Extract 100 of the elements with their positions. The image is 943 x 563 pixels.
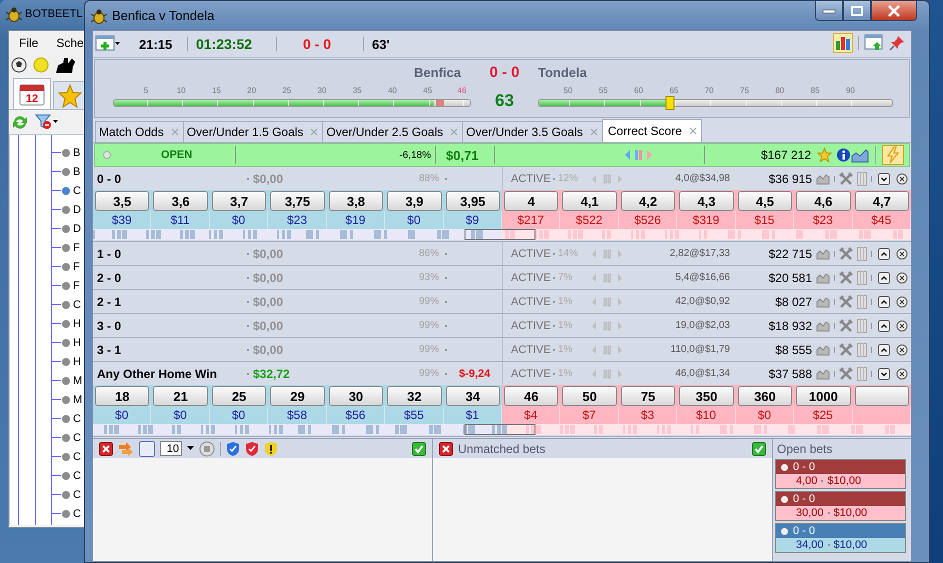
caret-icon[interactable]: [187, 446, 194, 451]
close-icon[interactable]: [896, 272, 908, 284]
market-tab[interactable]: Match Odds: [95, 121, 184, 142]
price-button[interactable]: 30: [328, 386, 384, 406]
tree-item[interactable]: B: [73, 146, 80, 158]
collapse-button[interactable]: [878, 172, 890, 184]
confirm-icon[interactable]: [412, 442, 426, 456]
tree-item[interactable]: M: [73, 394, 82, 406]
tools-icon[interactable]: [839, 294, 853, 308]
tools-icon[interactable]: [839, 342, 853, 356]
price-button[interactable]: 18: [95, 386, 150, 406]
tree-item[interactable]: H: [73, 356, 81, 368]
price-button[interactable]: 21: [153, 386, 208, 406]
price-button[interactable]: 4,6: [796, 191, 851, 211]
tools-icon[interactable]: [839, 270, 853, 284]
price-button[interactable]: 3,75: [270, 191, 325, 211]
price-button[interactable]: 75: [620, 386, 676, 406]
tree-item[interactable]: F: [73, 280, 80, 292]
close-icon[interactable]: [896, 368, 908, 380]
refresh-icon[interactable]: [11, 114, 29, 130]
close-icon[interactable]: [896, 248, 908, 260]
open-bet-card[interactable]: 0 - 0 34,00 $10,00: [775, 523, 906, 553]
view-tab[interactable]: [53, 81, 87, 109]
tree-item[interactable]: C: [73, 488, 81, 500]
tools-icon[interactable]: [839, 246, 853, 260]
market-tab[interactable]: Correct Score: [602, 119, 702, 142]
expand-button[interactable]: [878, 296, 890, 308]
price-button[interactable]: 3,9: [387, 191, 442, 211]
stop-icon[interactable]: [199, 440, 215, 456]
tree-item[interactable]: C: [73, 432, 81, 444]
close-icon[interactable]: [896, 320, 908, 332]
confirm-icon[interactable]: [752, 442, 766, 456]
price-button[interactable]: 4,7: [854, 191, 909, 211]
expand-button[interactable]: [878, 344, 890, 356]
tree-item[interactable]: H: [73, 318, 81, 330]
maximize-button[interactable]: [851, 6, 863, 16]
soccer-ball-icon[interactable]: [11, 57, 27, 73]
new-window-icon[interactable]: [95, 34, 121, 52]
tree-item[interactable]: M: [73, 374, 82, 386]
open-bet-card[interactable]: 0 - 0 30,00 $10,00: [775, 491, 906, 521]
pin-icon[interactable]: [889, 35, 905, 51]
view-tab[interactable]: 12: [13, 78, 51, 109]
delete-icon[interactable]: [99, 442, 113, 456]
stake-field[interactable]: 10: [160, 441, 182, 456]
open-bet-card[interactable]: 0 - 0 4,00 $10,00: [775, 459, 906, 489]
filter-icon[interactable]: [35, 114, 59, 130]
price-button[interactable]: 4,1: [562, 191, 617, 211]
price-button[interactable]: 3,5: [95, 191, 150, 211]
tennis-ball-icon[interactable]: [33, 57, 49, 73]
price-button[interactable]: 29: [270, 386, 325, 406]
tree-item[interactable]: C: [73, 470, 81, 482]
menu-item[interactable]: File: [19, 36, 38, 53]
price-button[interactable]: 3,8: [328, 191, 384, 211]
tree-item[interactable]: H: [73, 336, 81, 348]
price-button[interactable]: 50: [562, 386, 617, 406]
window-upload-icon[interactable]: [864, 34, 884, 52]
price-button[interactable]: 350: [679, 386, 734, 406]
menu-item[interactable]: Sche: [56, 36, 84, 53]
price-button[interactable]: 1000: [796, 386, 851, 406]
minimize-button[interactable]: [822, 6, 836, 14]
price-button[interactable]: 360: [738, 386, 792, 406]
price-button[interactable]: 25: [212, 386, 266, 406]
tree-item[interactable]: D: [73, 204, 81, 216]
price-button[interactable]: 4,2: [620, 191, 676, 211]
tree-item[interactable]: C: [73, 508, 81, 520]
price-button[interactable]: [854, 386, 909, 406]
price-button[interactable]: 3,95: [446, 191, 500, 211]
collapse-button[interactable]: [878, 368, 890, 380]
price-button[interactable]: 32: [387, 386, 442, 406]
tree-item[interactable]: C: [73, 298, 81, 310]
expand-button[interactable]: [878, 320, 890, 332]
tree-item[interactable]: C: [73, 412, 81, 424]
tree-item[interactable]: D: [73, 222, 81, 234]
tree-item[interactable]: F: [73, 242, 80, 254]
tools-icon[interactable]: [839, 366, 853, 380]
chart-toggle-button[interactable]: [833, 33, 853, 53]
expand-button[interactable]: [878, 248, 890, 260]
price-button[interactable]: 46: [504, 386, 558, 406]
expand-button[interactable]: [878, 272, 890, 284]
arrows-icon[interactable]: [118, 442, 134, 456]
price-button[interactable]: 34: [446, 386, 500, 406]
tree-item[interactable]: C: [73, 450, 81, 462]
close-icon[interactable]: [896, 344, 908, 356]
close-button[interactable]: [887, 4, 901, 16]
chart-icon[interactable]: [851, 147, 869, 163]
tools-icon[interactable]: [839, 318, 853, 332]
price-button[interactable]: 3,6: [153, 191, 208, 211]
delete-icon[interactable]: [439, 442, 453, 456]
price-button[interactable]: 3,7: [212, 191, 266, 211]
tree-item[interactable]: B: [73, 166, 80, 178]
tree-item[interactable]: C: [73, 184, 81, 196]
close-icon[interactable]: [896, 172, 908, 184]
tools-icon[interactable]: [839, 172, 853, 186]
price-button[interactable]: 4: [504, 191, 558, 211]
info-icon[interactable]: [836, 147, 851, 163]
tree-item[interactable]: F: [73, 260, 80, 272]
star-icon[interactable]: [817, 147, 832, 163]
price-button[interactable]: 4,3: [679, 191, 734, 211]
price-button[interactable]: 4,5: [738, 191, 792, 211]
close-icon[interactable]: [896, 296, 908, 308]
